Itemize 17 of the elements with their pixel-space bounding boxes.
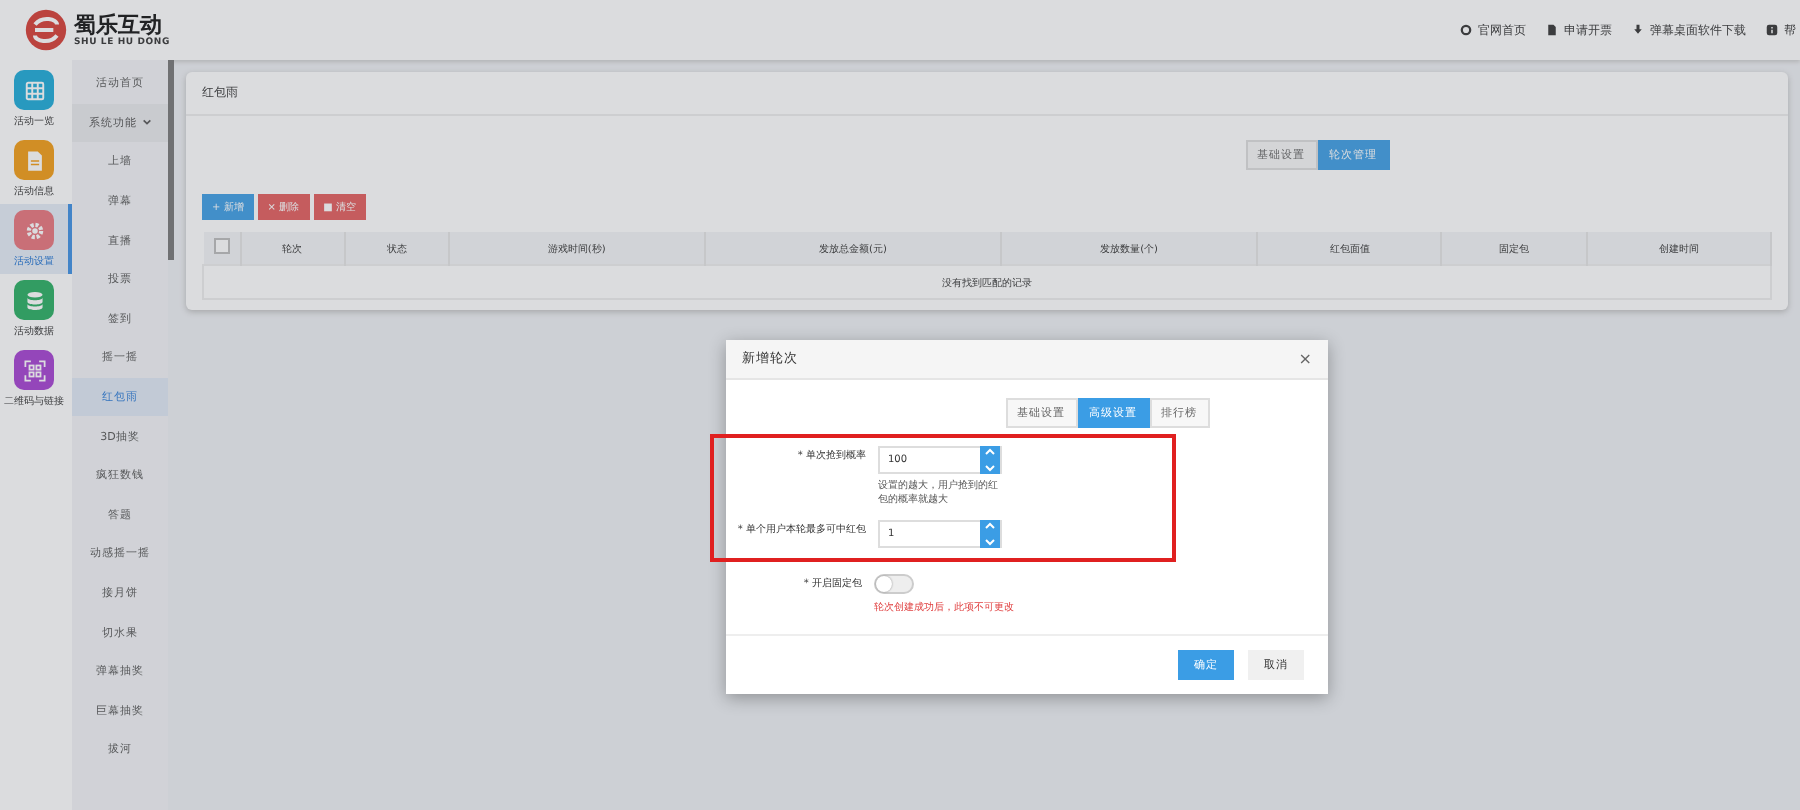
logo-icon <box>24 8 68 52</box>
qr-code-icon <box>23 359 45 381</box>
circle-icon <box>1460 24 1472 36</box>
spinner-icon[interactable] <box>980 520 1000 548</box>
document-icon <box>1546 24 1558 36</box>
toggle-switch[interactable] <box>874 574 914 594</box>
grid-icon <box>23 79 45 101</box>
caret-icon <box>141 118 151 127</box>
spinner-icon[interactable] <box>980 446 1000 474</box>
close-button[interactable]: × <box>1298 350 1312 368</box>
checkbox[interactable] <box>213 238 229 254</box>
database-icon <box>23 289 45 311</box>
settings-icon <box>23 219 45 241</box>
document-icon <box>23 149 45 171</box>
logo-name: 蜀乐互动 <box>74 13 164 37</box>
download-icon <box>1632 24 1644 36</box>
info-icon <box>1766 24 1778 36</box>
